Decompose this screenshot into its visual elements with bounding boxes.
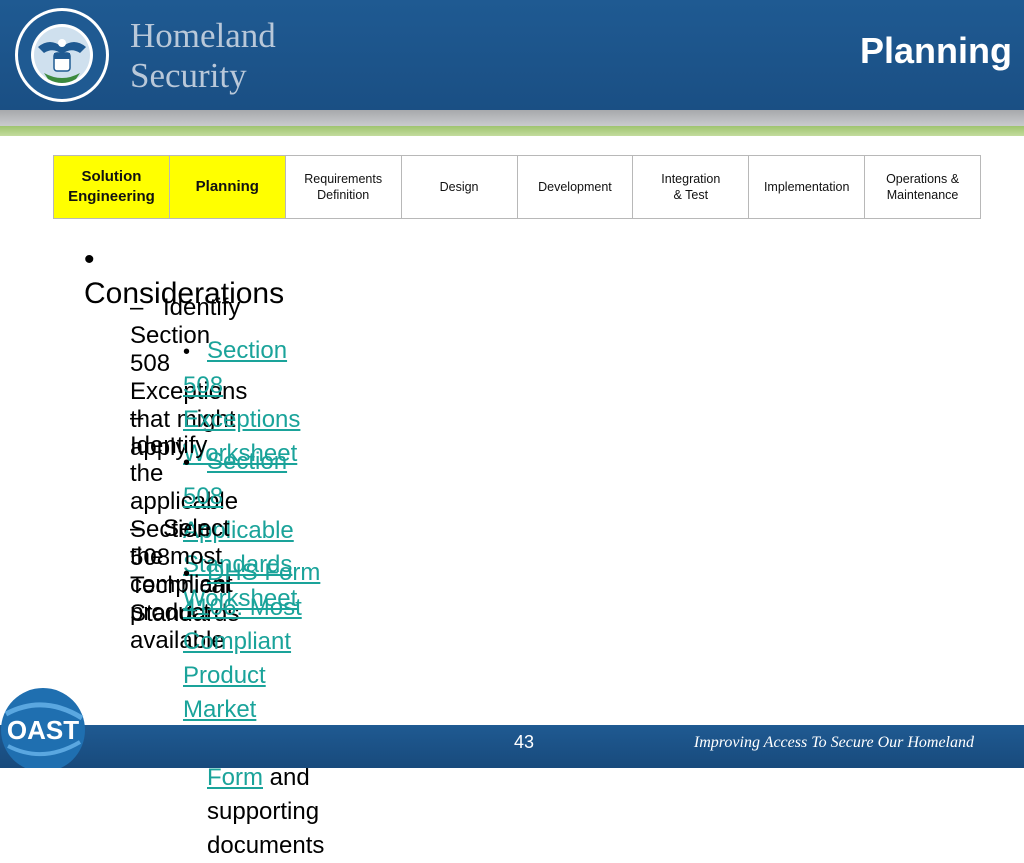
- bullet-icon: •: [183, 341, 191, 363]
- dash-icon: –: [130, 404, 144, 431]
- oast-logo-icon: OAST: [1, 688, 85, 768]
- oast-logo-text: OAST: [7, 715, 79, 745]
- dhs-seal-icon: [15, 8, 109, 102]
- green-divider: [0, 126, 1024, 136]
- bullet-icon: •: [84, 243, 95, 276]
- brand-line-1: Homeland: [130, 16, 276, 55]
- phase-implementation: Implementation: [749, 156, 866, 218]
- dash-icon: –: [130, 515, 144, 542]
- bullet-icon: •: [183, 452, 191, 474]
- phase-requirements-definition: Requirements Definition: [286, 156, 402, 218]
- footer-tagline: Improving Access To Secure Our Homeland: [693, 734, 974, 751]
- gray-divider: [0, 110, 1024, 126]
- footer-bar: 43 Improving Access To Secure Our Homela…: [0, 725, 1024, 768]
- page-number: 43: [514, 732, 535, 752]
- phase-development: Development: [518, 156, 634, 218]
- phase-design: Design: [402, 156, 518, 218]
- dash-icon: –: [130, 294, 144, 321]
- phase-planning: Planning: [169, 156, 286, 218]
- phase-integration-test: Integration & Test: [633, 156, 750, 218]
- brand-name: Homeland Security: [130, 16, 276, 96]
- phase-solution-engineering: Solution Engineering: [54, 156, 170, 218]
- link-item-3: • DHS Form 4106: Most Compliant Product M…: [183, 556, 324, 863]
- header-banner: Homeland Security Planning: [0, 0, 1024, 110]
- phase-bar: Solution Engineering Planning Requiremen…: [53, 155, 981, 219]
- brand-line-2: Security: [130, 56, 247, 95]
- bullet-icon: •: [183, 563, 191, 585]
- phase-operations-maintenance: Operations & Maintenance: [886, 172, 960, 202]
- page-title: Planning: [860, 30, 1012, 71]
